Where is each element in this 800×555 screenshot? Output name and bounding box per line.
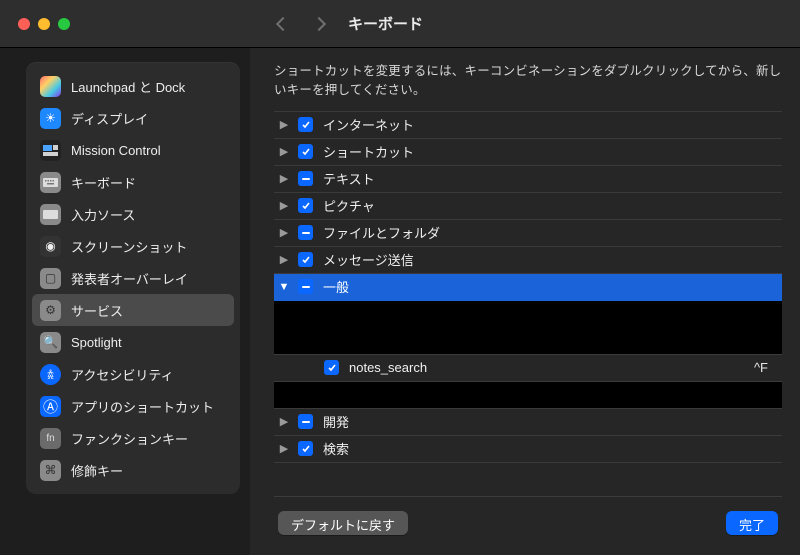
disclosure-icon[interactable]: ▶ <box>274 226 294 239</box>
redacted-row <box>274 328 782 355</box>
footer: デフォルトに戻す 完了 <box>274 496 782 541</box>
group-label: ショートカット <box>323 142 782 161</box>
group-row-text[interactable]: ▶ テキスト <box>274 166 782 193</box>
nav-buttons <box>250 19 324 29</box>
zoom-window-button[interactable] <box>58 18 70 30</box>
group-label: メッセージ送信 <box>323 250 782 269</box>
done-button[interactable]: 完了 <box>726 511 778 535</box>
shortcut-item-notes-search[interactable]: notes_search ^F <box>274 355 782 382</box>
sidebar-panel: Launchpad と Dock ☀ ディスプレイ Mission Contro… <box>26 62 240 494</box>
group-row-search[interactable]: ▶ 検索 <box>274 436 782 463</box>
group-label: ファイルとフォルダ <box>323 223 782 242</box>
sidebar: Launchpad と Dock ☀ ディスプレイ Mission Contro… <box>0 48 250 555</box>
group-row-messaging[interactable]: ▶ メッセージ送信 <box>274 247 782 274</box>
sidebar-item-screenshot[interactable]: ◉ スクリーンショット <box>32 230 234 262</box>
disclosure-icon[interactable]: ▶ <box>274 145 294 158</box>
restore-defaults-button[interactable]: デフォルトに戻す <box>278 511 408 535</box>
back-button[interactable] <box>276 16 290 30</box>
sidebar-item-keyboard[interactable]: キーボード <box>32 166 234 198</box>
disclosure-icon[interactable]: ▶ <box>274 172 294 185</box>
sidebar-item-accessibility[interactable]: 𖠋 アクセシビリティ <box>32 358 234 390</box>
group-row-internet[interactable]: ▶ インターネット <box>274 112 782 139</box>
checkbox[interactable] <box>298 144 313 159</box>
input-sources-icon <box>40 204 61 225</box>
screenshot-icon: ◉ <box>40 236 61 257</box>
disclosure-icon[interactable]: ▶ <box>274 442 294 455</box>
close-window-button[interactable] <box>18 18 30 30</box>
window-titlebar: キーボード <box>0 0 800 48</box>
function-keys-icon: fn <box>40 428 61 449</box>
redacted-row <box>274 301 782 328</box>
launchpad-icon <box>40 76 61 97</box>
disclosure-open-icon[interactable]: ▼ <box>274 281 294 293</box>
disclosure-icon[interactable]: ▶ <box>274 199 294 212</box>
group-row-shortcut[interactable]: ▶ ショートカット <box>274 139 782 166</box>
sidebar-item-function-keys[interactable]: fn ファンクションキー <box>32 422 234 454</box>
modifier-keys-icon: ⌘ <box>40 460 61 481</box>
redacted-row <box>274 382 782 409</box>
window-title: キーボード <box>348 13 423 34</box>
mission-control-icon <box>40 140 61 161</box>
disclosure-icon[interactable]: ▶ <box>274 415 294 428</box>
sidebar-item-modifier-keys[interactable]: ⌘ 修飾キー <box>32 454 234 486</box>
instruction-text: ショートカットを変更するには、キーコンビネーションをダブルクリックしてから、新し… <box>274 62 782 101</box>
spotlight-icon: 🔍 <box>40 332 61 353</box>
sidebar-item-app-shortcuts[interactable]: Ⓐ アプリのショートカット <box>32 390 234 422</box>
sidebar-item-display[interactable]: ☀ ディスプレイ <box>32 102 234 134</box>
group-label: 開発 <box>323 412 782 431</box>
checkbox-mixed[interactable] <box>298 225 313 240</box>
accessibility-icon: 𖠋 <box>40 364 61 385</box>
sidebar-item-services[interactable]: ⚙ サービス <box>32 294 234 326</box>
group-row-pictures[interactable]: ▶ ピクチャ <box>274 193 782 220</box>
window-traffic-lights <box>0 18 250 30</box>
display-icon: ☀ <box>40 108 61 129</box>
sidebar-item-spotlight[interactable]: 🔍 Spotlight <box>32 326 234 358</box>
minimize-window-button[interactable] <box>38 18 50 30</box>
checkbox[interactable] <box>298 198 313 213</box>
group-row-general[interactable]: ▼ 一般 <box>274 274 782 301</box>
forward-button[interactable] <box>312 16 326 30</box>
checkbox-mixed[interactable] <box>298 171 313 186</box>
shortcut-list: ▶ インターネット ▶ ショートカット ▶ テキスト ▶ ピクチャ ▶ <box>274 111 782 463</box>
shortcut-key[interactable]: ^F <box>754 360 782 375</box>
group-label: インターネット <box>323 115 782 134</box>
checkbox[interactable] <box>324 360 339 375</box>
services-icon: ⚙ <box>40 300 61 321</box>
keyboard-icon <box>40 172 61 193</box>
presenter-overlay-icon: ▢ <box>40 268 61 289</box>
group-row-files[interactable]: ▶ ファイルとフォルダ <box>274 220 782 247</box>
checkbox-mixed[interactable] <box>298 414 313 429</box>
content-pane: ショートカットを変更するには、キーコンビネーションをダブルクリックしてから、新し… <box>250 48 800 555</box>
checkbox-mixed[interactable] <box>298 279 313 294</box>
group-row-development[interactable]: ▶ 開発 <box>274 409 782 436</box>
group-label: 検索 <box>323 439 782 458</box>
checkbox[interactable] <box>298 441 313 456</box>
item-label: notes_search <box>349 360 754 375</box>
sidebar-item-launchpad[interactable]: Launchpad と Dock <box>32 70 234 102</box>
group-label: 一般 <box>323 277 782 296</box>
sidebar-item-presenter-overlay[interactable]: ▢ 発表者オーバーレイ <box>32 262 234 294</box>
sidebar-item-mission-control[interactable]: Mission Control <box>32 134 234 166</box>
sidebar-item-input-sources[interactable]: 入力ソース <box>32 198 234 230</box>
app-shortcuts-icon: Ⓐ <box>40 396 61 417</box>
disclosure-icon[interactable]: ▶ <box>274 118 294 131</box>
checkbox[interactable] <box>298 252 313 267</box>
group-label: テキスト <box>323 169 782 188</box>
checkbox[interactable] <box>298 117 313 132</box>
group-label: ピクチャ <box>323 196 782 215</box>
disclosure-icon[interactable]: ▶ <box>274 253 294 266</box>
